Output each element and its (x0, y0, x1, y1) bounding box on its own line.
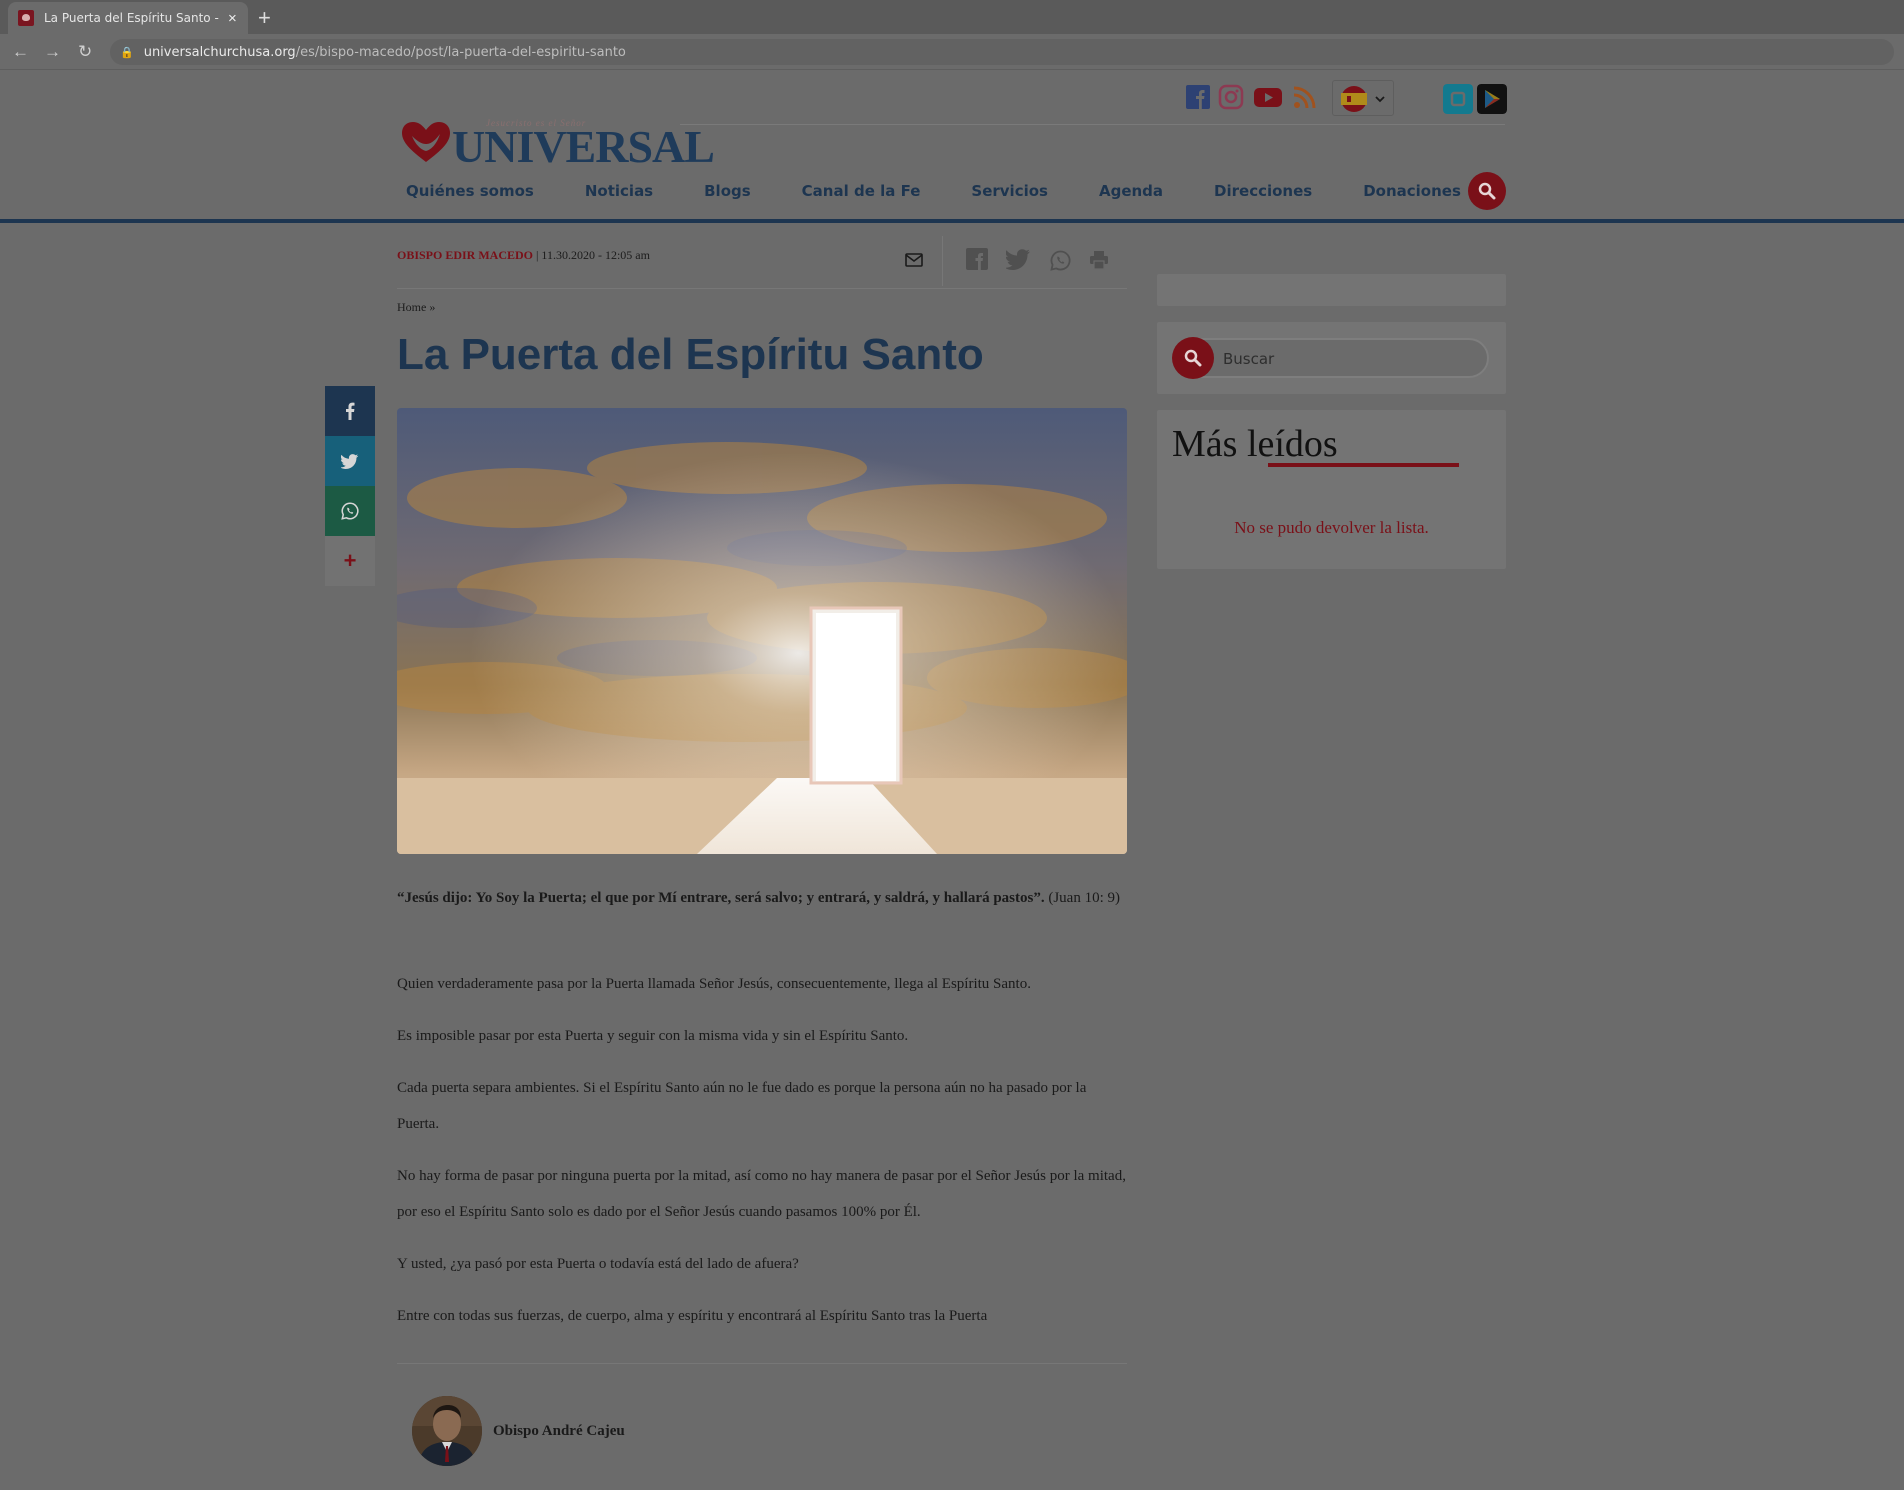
float-share-whatsapp[interactable] (325, 486, 375, 536)
forward-icon[interactable]: → (44, 42, 61, 62)
app-store-icon[interactable] (1443, 84, 1473, 114)
facebook-icon[interactable] (1185, 84, 1211, 110)
print-icon[interactable] (1089, 250, 1109, 270)
nav-item-direcciones[interactable]: Direcciones (1198, 182, 1328, 200)
float-share-more[interactable]: + (325, 536, 375, 586)
lock-icon: 🔒 (120, 46, 134, 59)
share-facebook-icon[interactable] (966, 248, 988, 270)
avatar[interactable] (412, 1396, 482, 1466)
site-logo[interactable]: Jesucristo es el Señor UNIVERSAL (400, 118, 715, 172)
float-share-facebook[interactable] (325, 386, 375, 436)
header-divider (680, 124, 1505, 125)
article-author[interactable]: OBISPO EDIR MACEDO (397, 248, 533, 262)
share-divider (942, 236, 943, 286)
email-icon[interactable] (905, 253, 923, 267)
url-field[interactable]: 🔒 universalchurchusa.org/es/bispo-macedo… (110, 39, 1894, 65)
share-twitter-icon[interactable] (1006, 249, 1031, 270)
facebook-icon (346, 402, 355, 420)
article-paragraph: Es imposible pasar por esta Puerta y seg… (397, 1028, 909, 1044)
most-read-underline (1268, 463, 1459, 467)
nav-item-quienes-somos[interactable]: Quiénes somos (390, 182, 550, 200)
float-share-twitter[interactable] (325, 436, 375, 486)
sidebar-search-field (1173, 338, 1489, 378)
reload-icon[interactable]: ↻ (78, 42, 92, 62)
quote-bold-text: “Jesús dijo: Yo Soy la Puerta; el que po… (397, 890, 1045, 906)
tab-title: La Puerta del Espíritu Santo - Igle (44, 11, 222, 25)
meta-divider (397, 288, 1127, 289)
language-selector[interactable] (1332, 80, 1394, 116)
header-search-button[interactable] (1468, 172, 1506, 210)
search-icon (1478, 182, 1496, 200)
spain-flag-icon (1341, 86, 1367, 112)
sidebar-search-button[interactable] (1172, 337, 1214, 379)
new-tab-button[interactable]: + (258, 5, 271, 31)
sidebar-banner-placeholder (1157, 274, 1506, 306)
article-date: 11.30.2020 - 12:05 am (541, 248, 650, 262)
nav-item-blogs[interactable]: Blogs (688, 182, 767, 200)
search-input[interactable] (1223, 348, 1473, 370)
chevron-down-icon (1375, 96, 1385, 103)
nav-item-servicios[interactable]: Servicios (955, 182, 1064, 200)
most-read-title: Más leídos (1172, 423, 1338, 465)
twitter-icon (341, 453, 359, 469)
youtube-icon[interactable] (1253, 84, 1283, 110)
article-paragraph: Y usted, ¿ya pasó por esta Puerta o toda… (397, 1256, 799, 1272)
whatsapp-icon (341, 502, 359, 520)
main-nav: Quiénes somos Noticias Blogs Canal de la… (390, 168, 1496, 214)
plus-icon: + (343, 548, 357, 573)
article-hero-image (397, 408, 1127, 854)
author-box-name[interactable]: Obispo André Cajeu (493, 1423, 625, 1440)
quote-reference: (Juan 10: 9) (1044, 890, 1120, 906)
nav-item-agenda[interactable]: Agenda (1083, 182, 1179, 200)
article-paragraph: Cada puerta separa ambientes. Si el Espí… (397, 1080, 1087, 1132)
url-text: universalchurchusa.org/es/bispo-macedo/p… (143, 44, 626, 60)
instagram-icon[interactable] (1218, 84, 1244, 110)
rss-icon[interactable] (1292, 84, 1318, 110)
article-meta: OBISPO EDIR MACEDO | 11.30.2020 - 12:05 … (397, 248, 650, 263)
article-quote: “Jesús dijo: Yo Soy la Puerta; el que po… (397, 880, 1127, 916)
article-paragraph: Quien verdaderamente pasa por la Puerta … (397, 976, 1031, 992)
back-icon[interactable]: ← (12, 42, 29, 62)
browser-tab-bar: La Puerta del Espíritu Santo - Igle × + (0, 0, 1904, 34)
tab-close-icon[interactable]: × (228, 10, 237, 27)
address-bar: ← → ↻ 🔒 universalchurchusa.org/es/bispo-… (0, 34, 1904, 70)
page-title: La Puerta del Espíritu Santo (397, 330, 984, 379)
search-icon (1184, 349, 1202, 367)
share-whatsapp-icon[interactable] (1050, 250, 1071, 271)
breadcrumb[interactable]: Home » (397, 300, 435, 315)
most-read-error: No se pudo devolver la lista. (1234, 518, 1429, 537)
header-bottom-border (0, 219, 1904, 223)
nav-item-noticias[interactable]: Noticias (569, 182, 669, 200)
site-favicon-icon (18, 10, 34, 26)
article-paragraph: No hay forma de pasar por ninguna puerta… (397, 1168, 1126, 1220)
article-paragraph: Entre con todas sus fuerzas, de cuerpo, … (397, 1308, 988, 1324)
heart-logo-icon (402, 122, 450, 162)
browser-tab[interactable]: La Puerta del Espíritu Santo - Igle × (8, 2, 248, 34)
nav-item-canal-de-la-fe[interactable]: Canal de la Fe (786, 182, 937, 200)
logo-wordmark: UNIVERSAL (452, 121, 715, 172)
author-divider (397, 1363, 1127, 1364)
nav-item-donaciones[interactable]: Donaciones (1347, 182, 1477, 200)
google-play-icon[interactable] (1477, 84, 1507, 114)
